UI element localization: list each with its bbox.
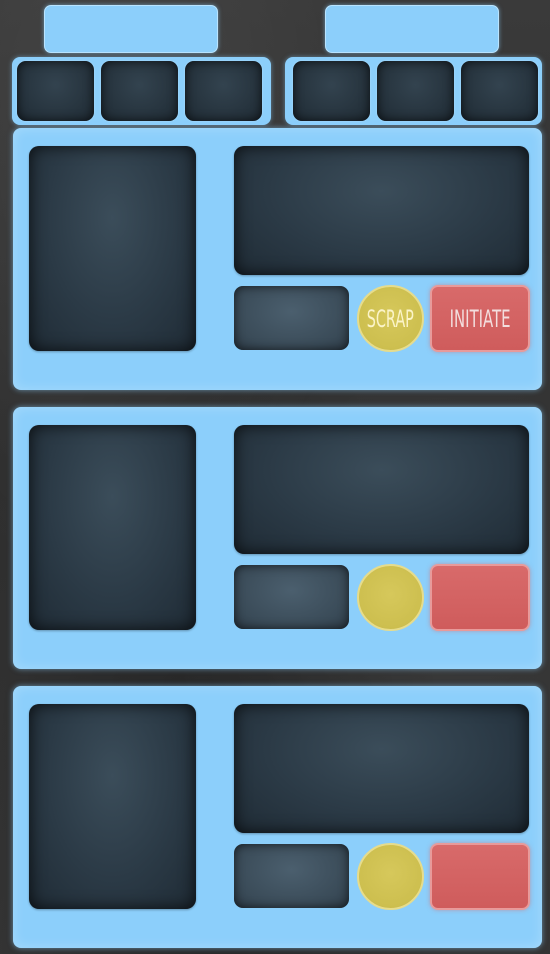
scrap-button-label: SCRAP — [366, 304, 415, 333]
cost-display-3 — [234, 844, 349, 908]
info-display-2 — [234, 425, 529, 554]
item-portrait-slot-3[interactable] — [29, 704, 196, 909]
initiate-button-1[interactable]: INITIATE — [430, 285, 530, 352]
left-tab[interactable] — [44, 5, 218, 53]
right-tray-slot-1[interactable] — [293, 61, 370, 121]
scrap-button-1[interactable]: SCRAP — [357, 285, 424, 352]
initiate-button-label: INITIATE — [449, 304, 511, 333]
scrap-button-2[interactable] — [357, 564, 424, 631]
info-display-3 — [234, 704, 529, 833]
left-tray-slot-3[interactable] — [185, 61, 262, 121]
info-display-1 — [234, 146, 529, 275]
right-tray-slot-3[interactable] — [461, 61, 538, 121]
cost-display-2 — [234, 565, 349, 629]
item-portrait-slot-2[interactable] — [29, 425, 196, 630]
initiate-button-3[interactable] — [430, 843, 530, 910]
right-tab[interactable] — [325, 5, 499, 53]
scrap-button-3[interactable] — [357, 843, 424, 910]
right-tray-slot-2[interactable] — [377, 61, 454, 121]
cost-display-1 — [234, 286, 349, 350]
initiate-button-2[interactable] — [430, 564, 530, 631]
left-tray-slot-2[interactable] — [101, 61, 178, 121]
left-tray-slot-1[interactable] — [17, 61, 94, 121]
item-portrait-slot-1[interactable] — [29, 146, 196, 351]
